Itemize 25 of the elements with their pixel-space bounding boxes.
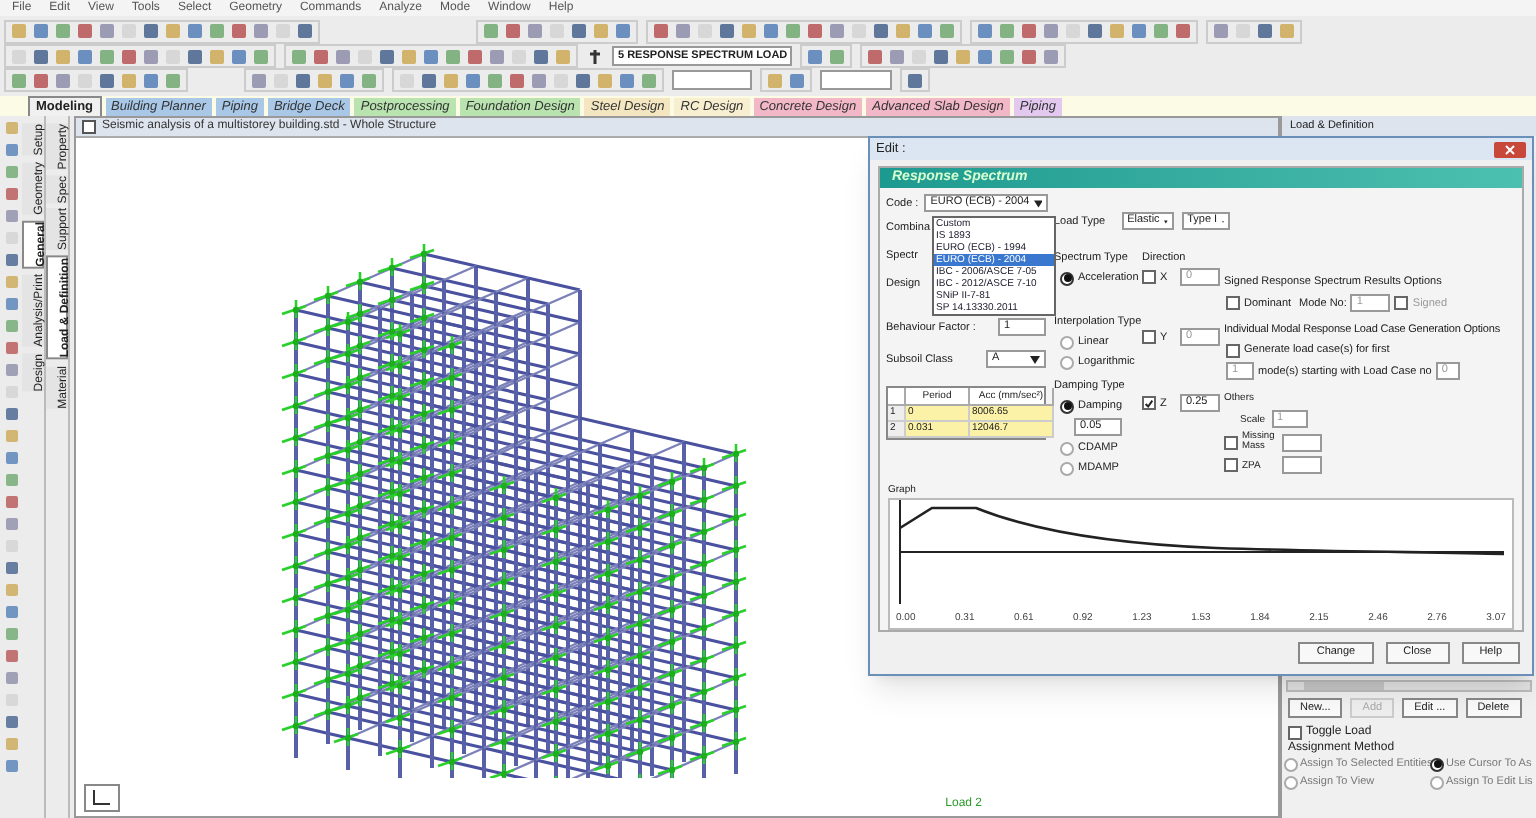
radio-button[interactable] <box>1284 757 1298 771</box>
radio-button[interactable] <box>1060 355 1074 369</box>
checkbox[interactable] <box>1142 396 1156 410</box>
input-field[interactable] <box>1282 433 1322 451</box>
checkbox[interactable] <box>1226 296 1240 310</box>
checkbox[interactable] <box>1142 330 1156 344</box>
radio-button[interactable] <box>1060 271 1074 285</box>
checkbox[interactable] <box>1226 343 1240 357</box>
radio-button[interactable] <box>1430 757 1444 771</box>
checkbox[interactable] <box>1224 458 1238 472</box>
input-field[interactable] <box>820 70 892 90</box>
radio-button[interactable] <box>1060 335 1074 349</box>
checkbox[interactable] <box>1394 296 1409 310</box>
input-field[interactable] <box>1282 456 1322 474</box>
input-field[interactable] <box>672 70 752 90</box>
radio-button[interactable] <box>1060 461 1074 475</box>
radio-button[interactable] <box>1060 399 1074 413</box>
close-icon <box>1494 141 1526 157</box>
checkbox[interactable] <box>1288 725 1302 739</box>
radio-button[interactable] <box>1430 775 1444 789</box>
checkbox[interactable] <box>1142 270 1156 284</box>
radio-button[interactable] <box>1284 775 1298 789</box>
axis-triad-icon <box>84 784 120 812</box>
radio-button[interactable] <box>1060 441 1074 455</box>
checkbox[interactable] <box>1224 435 1238 449</box>
